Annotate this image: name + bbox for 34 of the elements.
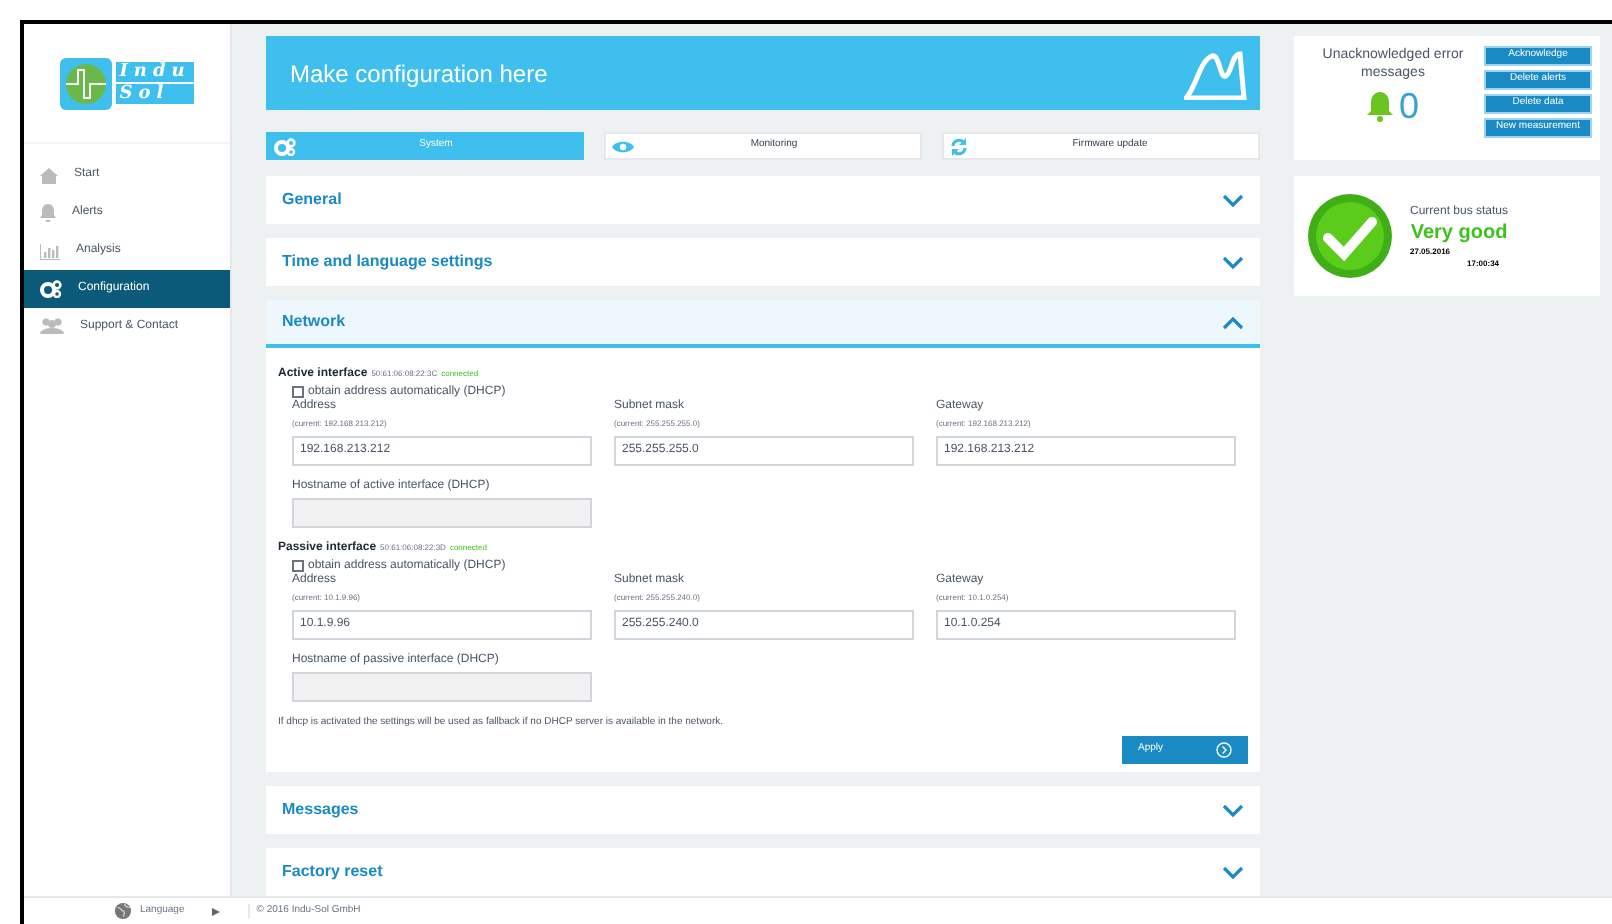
- wave-logo-icon: [1184, 47, 1248, 99]
- eye-icon: [612, 139, 634, 153]
- chevron-down-icon: [1222, 193, 1244, 207]
- section-header[interactable]: Network: [266, 300, 1260, 348]
- gears-icon: [274, 137, 296, 155]
- section-header[interactable]: Time and language settings: [266, 238, 1260, 286]
- refresh-icon: [950, 137, 968, 155]
- home-icon: [40, 167, 58, 183]
- chevron-down-icon: [1222, 865, 1244, 879]
- globe-icon: [114, 902, 132, 920]
- chevron-down-icon: [1222, 255, 1244, 269]
- caret-icon: [212, 907, 221, 915]
- gears-icon: [40, 280, 62, 298]
- check-icon: [1306, 192, 1394, 280]
- bar-chart-icon: [40, 243, 60, 259]
- bus-status-value: Very good: [1410, 221, 1508, 245]
- input-field[interactable]: [292, 672, 592, 702]
- logo-text: Indu: [115, 62, 195, 82]
- bell-icon: [40, 204, 56, 222]
- bell-icon: [1366, 90, 1395, 122]
- checkbox[interactable]: [292, 560, 304, 572]
- arrow-circle-icon: [1216, 742, 1232, 758]
- chevron-down-icon: [1222, 803, 1244, 817]
- people-icon: [40, 318, 64, 336]
- section-header[interactable]: Messages: [266, 786, 1260, 834]
- banner-title: Make configuration here: [290, 57, 548, 91]
- checkbox[interactable]: [292, 386, 304, 398]
- logo-globe-icon: [59, 57, 112, 109]
- error-count: 0: [1398, 88, 1419, 124]
- input-field[interactable]: [292, 498, 592, 528]
- chevron-up-icon: [1222, 315, 1244, 329]
- section-header[interactable]: General: [266, 176, 1260, 224]
- section-header[interactable]: Factory reset: [266, 848, 1260, 896]
- logo-text: Sol: [115, 84, 195, 104]
